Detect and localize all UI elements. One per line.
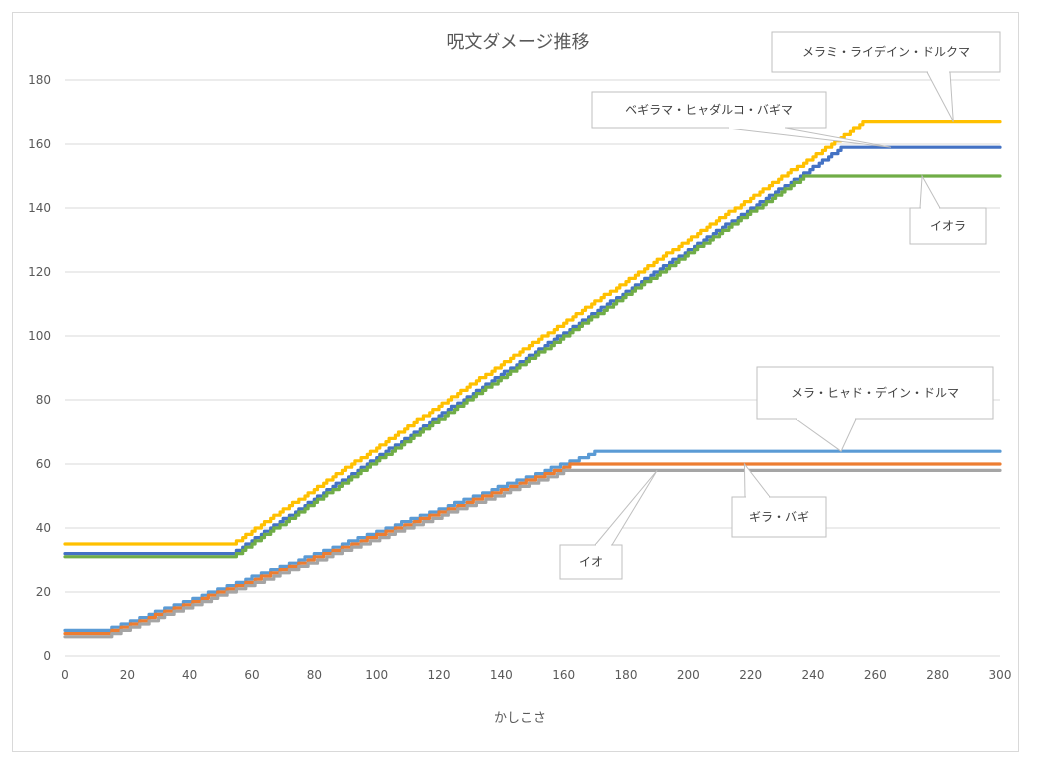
y-axis-ticks: 0 20 40 60 80 100 120 140 160 180 [28,73,51,663]
y-tick-label: 40 [36,521,51,535]
x-axis-title: かしこさ [494,711,546,726]
callout-label: イオラ [930,219,966,233]
callout-1: ベギラマ・ヒャダルコ・バギマ [591,91,892,148]
callout-5: イオ [559,470,658,580]
x-tick-label: 200 [677,668,700,682]
x-tick-label: 180 [615,668,638,682]
y-tick-label: 100 [28,329,51,343]
x-tick-label: 0 [61,668,69,682]
callout-pointer [919,174,941,209]
y-tick-label: 120 [28,265,51,279]
x-tick-label: 140 [490,668,513,682]
callout-4: ギラ・バギ [731,462,827,538]
x-tick-label: 160 [552,668,575,682]
x-tick-label: 80 [307,668,322,682]
x-tick-label: 300 [989,668,1012,682]
callout-label: イオ [579,555,603,569]
series-line-2 [63,174,1002,559]
callout-pointer [593,470,658,546]
y-tick-label: 80 [36,393,51,407]
y-tick-label: 20 [36,585,51,599]
y-tick-label: 180 [28,73,51,87]
callout-label: ギラ・バギ [749,510,809,524]
x-tick-label: 100 [365,668,388,682]
x-tick-label: 40 [182,668,197,682]
series-line-3 [63,449,1002,632]
chart-title: 呪文ダメージ推移 [446,32,589,53]
y-tick-label: 60 [36,457,51,471]
x-tick-label: 260 [864,668,887,682]
y-tick-label: 0 [43,649,51,663]
y-tick-label: 160 [28,137,51,151]
x-tick-label: 220 [739,668,762,682]
callout-3: メラ・ヒャド・デイン・ドルマ [756,366,994,452]
callout-2: イオラ [909,174,987,245]
line-chart: 0 20 40 60 80 100 120 140 160 180 0 20 40 60 80 100 120… [28,31,1011,726]
x-tick-label: 280 [926,668,949,682]
x-tick-label: 60 [244,668,259,682]
x-tick-label: 240 [802,668,825,682]
callout-pointer [794,418,857,452]
callout-label: メラ・ヒャド・デイン・ドルマ [791,385,959,400]
data-callouts: メラミ・ライデイン・ドルクマベギラマ・ヒャダルコ・バギマイオラメラ・ヒャド・デイ… [559,31,1001,580]
series-line-4 [63,462,1002,636]
x-axis-ticks: 0 20 40 60 80 100 120 140 160 180 200 220 240 260 280 3… [61,668,1011,682]
y-tick-label: 140 [28,201,51,215]
x-tick-label: 120 [428,668,451,682]
callout-pointer [926,71,954,122]
callout-label: メラミ・ライデイン・ドルクマ [802,44,970,59]
callout-label: ベギラマ・ヒャダルコ・バギマ [625,102,793,117]
x-tick-label: 20 [120,668,135,682]
